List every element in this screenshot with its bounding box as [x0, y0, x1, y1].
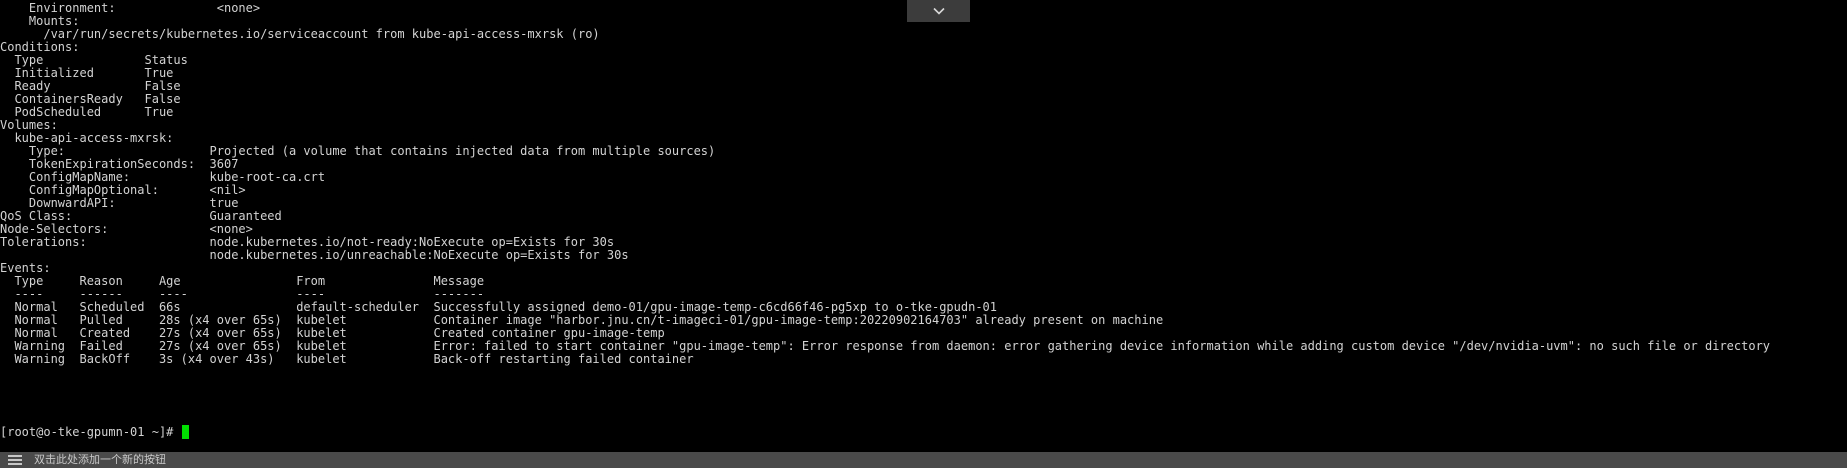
- terminal-line: node.kubernetes.io/unreachable:NoExecute…: [0, 248, 629, 262]
- terminal-line: /var/run/secrets/kubernetes.io/serviceac…: [0, 27, 600, 41]
- add-button-hint[interactable]: 双击此处添加一个新的按钮: [34, 452, 166, 468]
- terminal-prompt: [root@o-tke-gpumn-01 ~]#: [0, 425, 181, 439]
- chevron-down-icon: [932, 7, 945, 15]
- quick-button-bar[interactable]: 双击此处添加一个新的按钮: [0, 452, 1847, 468]
- menu-icon[interactable]: [8, 455, 22, 465]
- terminal-output[interactable]: Environment: <none> Mounts: /var/run/sec…: [0, 0, 1847, 452]
- terminal-line: Warning BackOff 3s (x4 over 43s) kubelet…: [0, 352, 694, 366]
- terminal-cursor: [182, 425, 189, 439]
- collapse-button[interactable]: [907, 0, 970, 22]
